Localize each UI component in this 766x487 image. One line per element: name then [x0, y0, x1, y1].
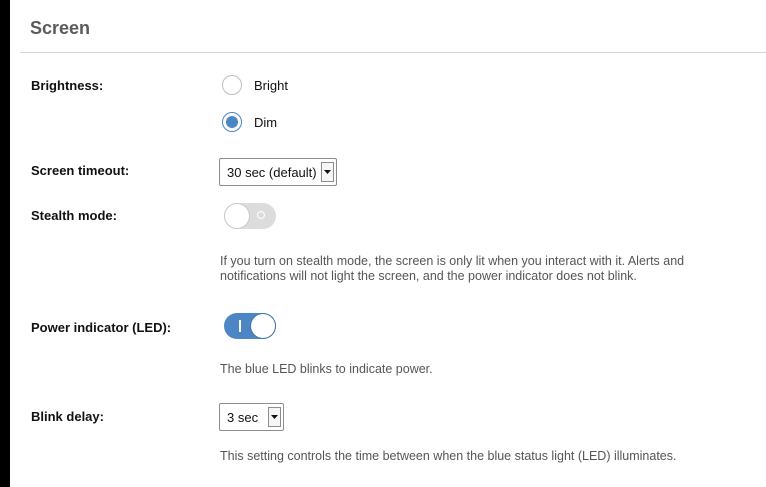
stealth-mode-label: Stealth mode: — [31, 208, 117, 223]
stealth-mode-description: If you turn on stealth mode, the screen … — [220, 254, 685, 283]
toggle-knob — [225, 204, 249, 228]
toggle-knob — [251, 314, 275, 338]
toggle-on-icon — [239, 320, 241, 332]
power-indicator-toggle[interactable] — [224, 313, 276, 339]
power-indicator-label: Power indicator (LED): — [31, 320, 172, 335]
dropdown-arrow-icon[interactable] — [268, 407, 282, 427]
radio-dim-label[interactable]: Dim — [254, 115, 277, 130]
stealth-mode-toggle[interactable] — [224, 203, 276, 229]
dropdown-arrow-icon[interactable] — [320, 162, 334, 182]
screen-timeout-value: 30 sec (default) — [227, 164, 317, 180]
blink-delay-select[interactable]: 3 sec — [219, 403, 285, 431]
title-divider — [20, 52, 766, 53]
radio-bright[interactable] — [222, 75, 242, 95]
toggle-off-icon — [257, 211, 265, 219]
blink-delay-value: 3 sec — [227, 409, 259, 425]
brightness-label: Brightness: — [31, 78, 104, 93]
radio-dim[interactable] — [222, 112, 242, 132]
blink-delay-label: Blink delay: — [31, 409, 104, 424]
blink-delay-description: This setting controls the time between w… — [220, 449, 677, 463]
settings-panel: Screen Brightness: Bright Dim Screen tim… — [10, 0, 766, 487]
radio-bright-label[interactable]: Bright — [254, 78, 288, 93]
screen-timeout-label: Screen timeout: — [31, 163, 130, 178]
power-indicator-description: The blue LED blinks to indicate power. — [220, 362, 433, 376]
radio-dim-selected-dot — [226, 116, 238, 128]
screen-timeout-select[interactable]: 30 sec (default) — [219, 158, 337, 186]
section-title: Screen — [30, 18, 91, 38]
